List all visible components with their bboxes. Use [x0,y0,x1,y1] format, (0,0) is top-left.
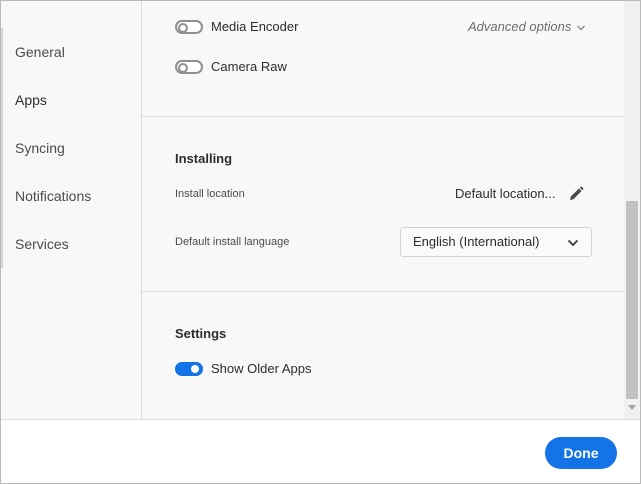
done-button[interactable]: Done [545,437,617,469]
sidebar-item-general[interactable]: General [15,42,65,62]
camera-raw-label: Camera Raw [211,59,287,74]
section-divider [142,291,624,292]
show-older-apps-toggle[interactable] [175,362,203,376]
media-encoder-label: Media Encoder [211,19,299,34]
sidebar-item-syncing[interactable]: Syncing [15,138,65,158]
language-select-value: English (International) [413,234,540,249]
scroll-down-arrow-icon[interactable] [628,405,636,410]
settings-heading: Settings [175,326,227,341]
media-encoder-toggle[interactable] [175,20,203,34]
pencil-icon[interactable] [567,185,585,203]
chevron-down-icon[interactable] [577,24,585,32]
advanced-options-link[interactable]: Advanced options [468,18,571,36]
language-select[interactable]: English (International) [400,227,592,257]
install-location-value: Default location... [455,186,556,201]
content-scrollbar[interactable] [624,1,640,419]
sidebar-item-services[interactable]: Services [15,234,69,254]
install-location-label: Install location [175,188,245,200]
camera-raw-toggle[interactable] [175,60,203,74]
chevron-down-icon [567,239,579,247]
installing-heading: Installing [175,151,233,166]
section-divider [142,116,624,117]
sidebar-item-apps[interactable]: Apps [15,90,47,110]
toggle-knob [178,63,188,73]
scrollbar-thumb[interactable] [626,201,638,399]
sidebar: General Apps Syncing Notifications Servi… [1,1,142,419]
toggle-knob [191,365,199,373]
sidebar-item-notifications[interactable]: Notifications [15,186,91,206]
content-pane: Media Encoder Advanced options Camera Ra… [142,1,624,419]
preferences-dialog: General Apps Syncing Notifications Servi… [0,0,641,484]
sidebar-active-indicator [1,28,3,268]
toggle-knob [178,23,188,33]
default-language-label: Default install language [175,236,290,248]
show-older-apps-label: Show Older Apps [211,361,312,376]
dialog-footer: Done [1,419,640,483]
